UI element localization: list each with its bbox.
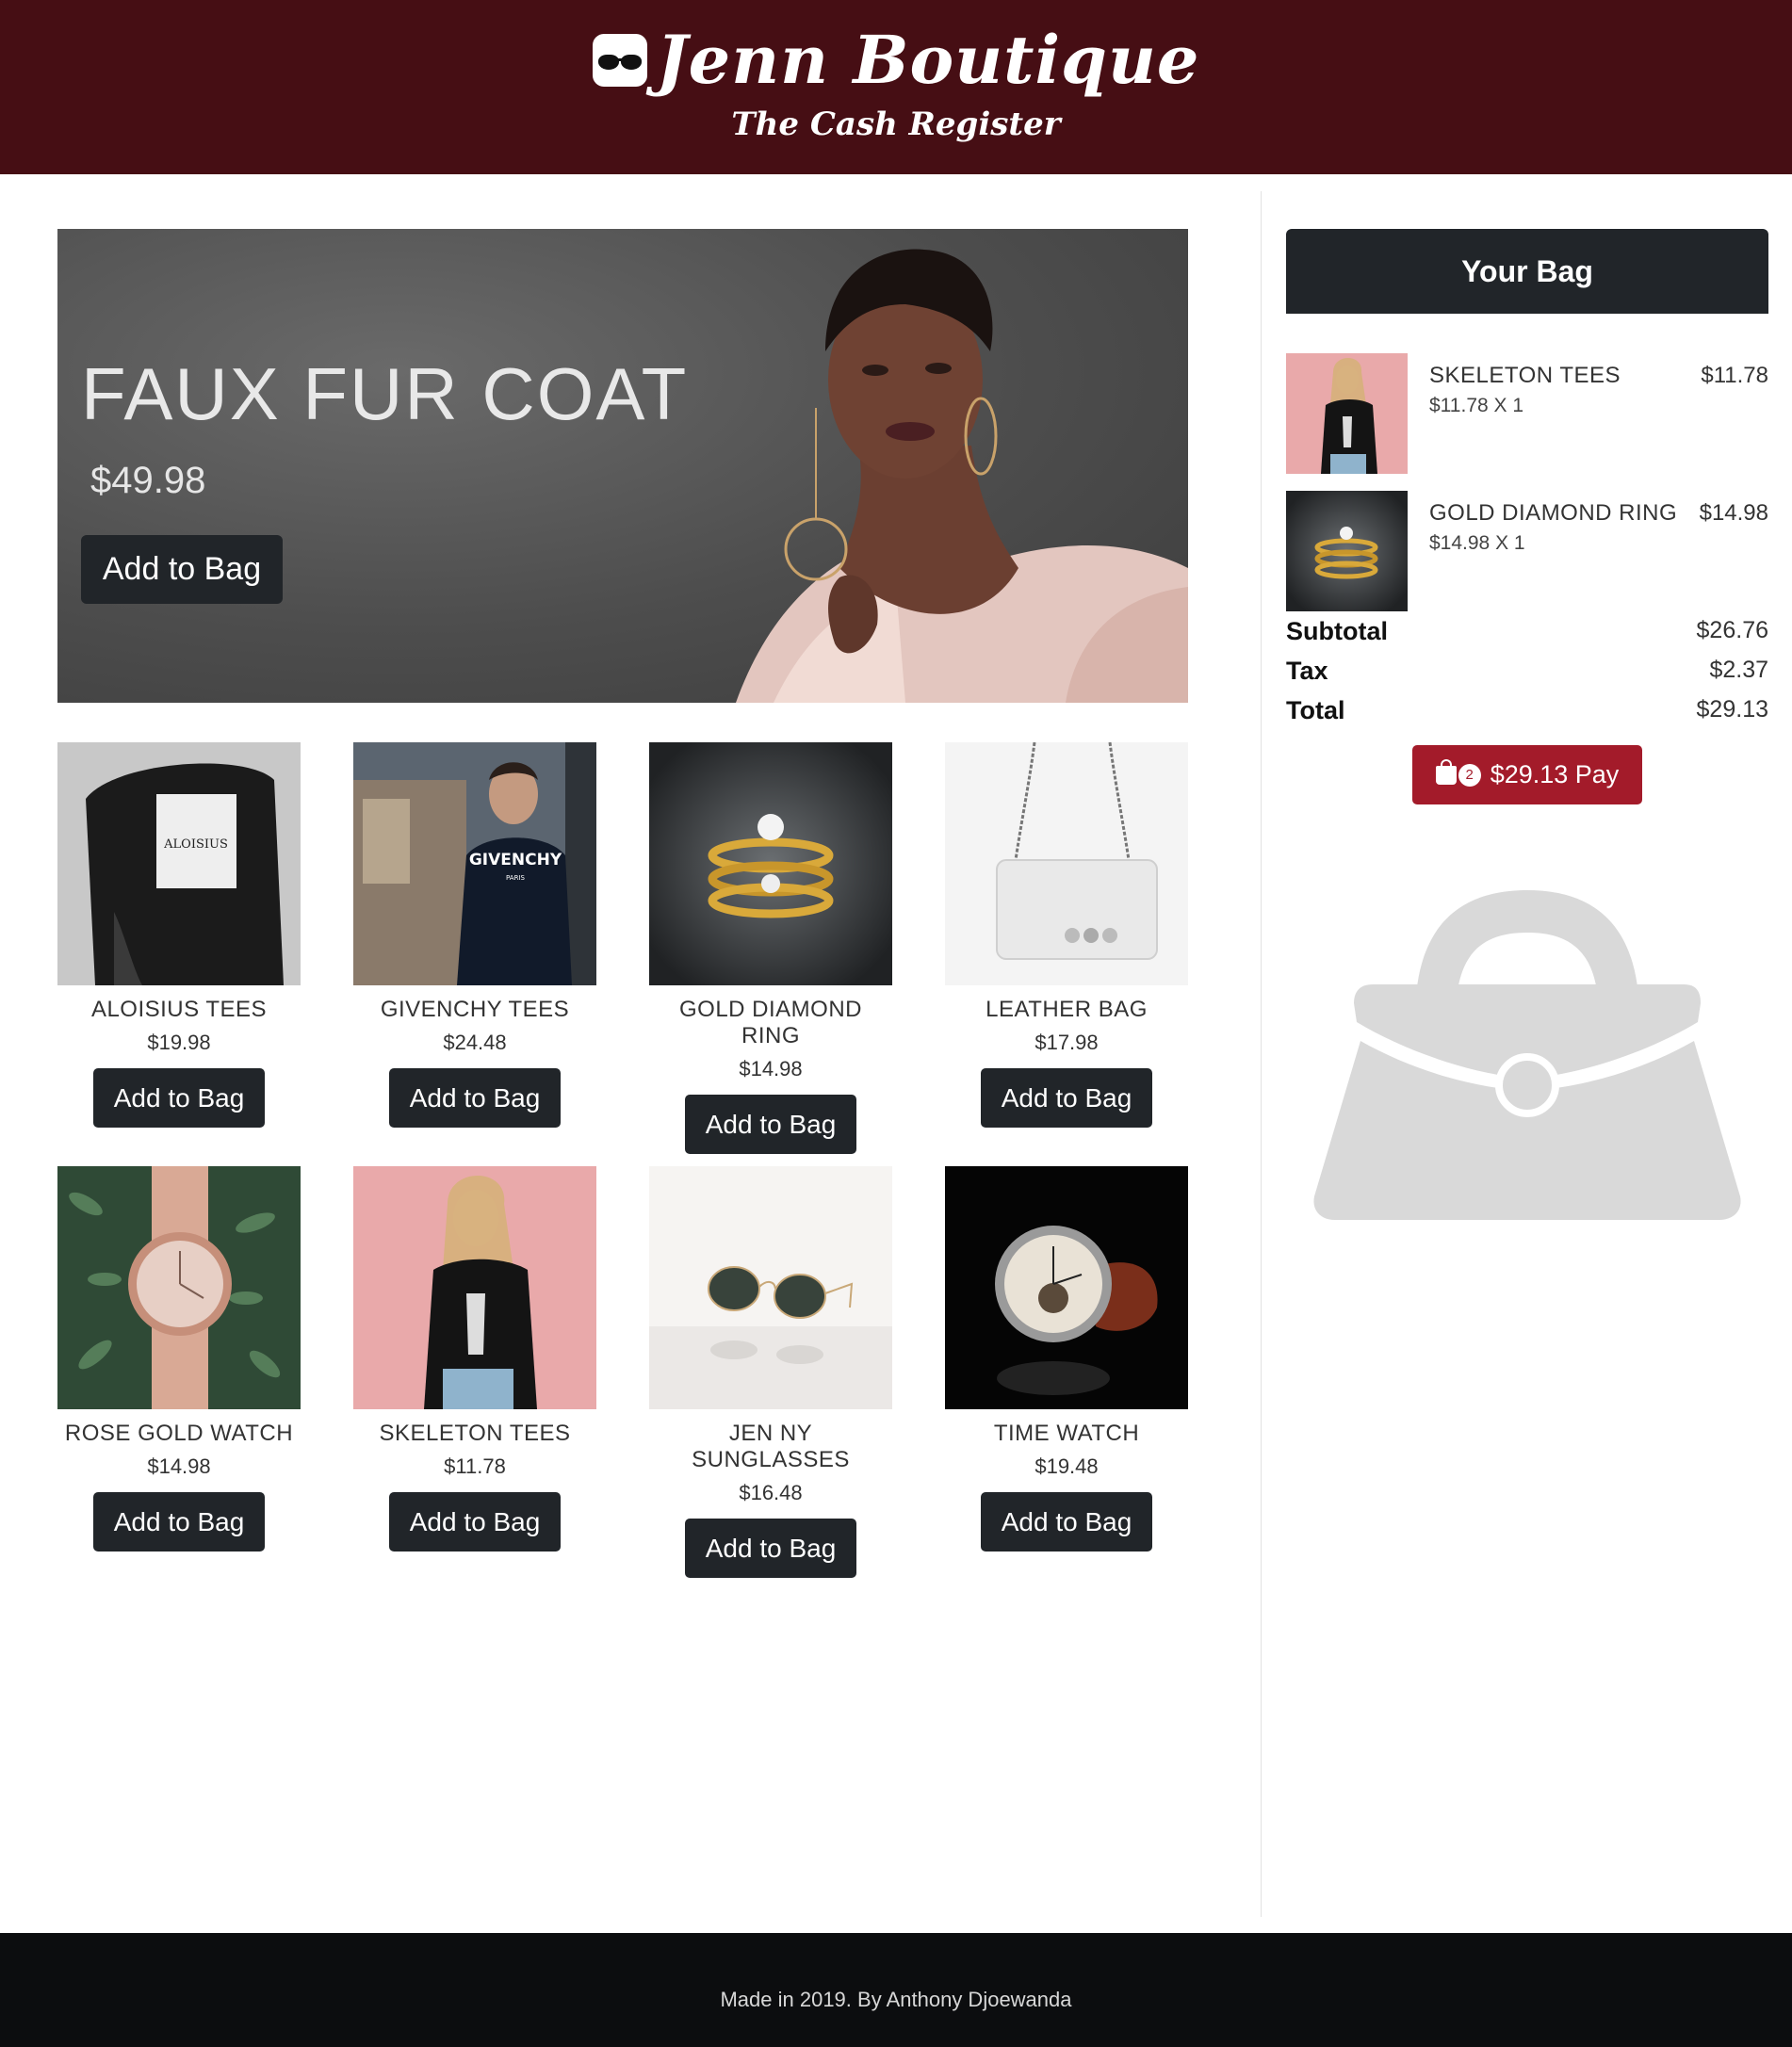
brand: Jenn Boutique — [0, 21, 1792, 99]
bag-item-qty: $14.98 X 1 — [1429, 532, 1525, 554]
product-name: JEN NY SUNGLASSES — [692, 1421, 850, 1472]
product-price: $11.78 — [444, 1454, 506, 1478]
bag-item-image — [1286, 491, 1408, 611]
tax-value: $2.37 — [1709, 657, 1768, 683]
add-to-bag-button[interactable]: Add to Bag — [389, 1492, 561, 1551]
tax-label: Tax — [1286, 657, 1328, 685]
add-to-bag-button[interactable]: Add to Bag — [93, 1492, 265, 1551]
product-price: $16.48 — [739, 1481, 803, 1504]
bag-item: SKELETON TEES $11.78 X 1 $11.78 — [1286, 353, 1768, 474]
hero-price: $49.98 — [90, 460, 206, 501]
bag-item-image — [1286, 353, 1408, 474]
hero-model-image — [736, 249, 1188, 703]
footer-credit: Made in 2019. By Anthony Djoewanda — [720, 1988, 1072, 2011]
add-to-bag-button[interactable]: Add to Bag — [685, 1519, 856, 1578]
site-header: Jenn Boutique The Cash Register — [0, 0, 1792, 174]
product-card: ROSE GOLD WATCH $14.98 Add to Bag — [57, 1166, 301, 1551]
bag-title: Your Bag — [1286, 229, 1768, 314]
brand-subtitle: The Cash Register — [731, 106, 1061, 143]
subtotal-value: $26.76 — [1696, 617, 1768, 643]
handbag-icon — [1313, 890, 1741, 1220]
product-name: TIME WATCH — [993, 1421, 1140, 1446]
product-price: $17.98 — [1034, 1031, 1099, 1054]
product-name: SKELETON TEES — [379, 1421, 571, 1446]
subtotal-row: Subtotal $26.76 — [1286, 613, 1768, 651]
bag-item-total: $11.78 — [1701, 363, 1768, 388]
brand-title[interactable]: Jenn Boutique — [657, 21, 1200, 99]
bag-count-badge: 2 — [1458, 763, 1481, 787]
hero-title: FAUX FUR COAT — [81, 352, 689, 435]
tax-row: Tax $2.37 — [1286, 653, 1768, 690]
product-image-jen-ny-sunglasses[interactable] — [649, 1166, 892, 1409]
product-price: $24.48 — [443, 1031, 507, 1054]
column-divider — [1261, 191, 1262, 1917]
shopping-bag-icon — [1435, 758, 1457, 785]
product-image-time-watch[interactable] — [945, 1166, 1188, 1409]
bag-item-name: SKELETON TEES — [1429, 363, 1621, 388]
site-footer: Made in 2019. By Anthony Djoewanda — [0, 1933, 1792, 2047]
product-price: $19.98 — [147, 1031, 211, 1054]
svg-text:ALOISIUS: ALOISIUS — [163, 837, 228, 852]
product-card: LEATHER BAG $17.98 Add to Bag — [945, 742, 1188, 1128]
pay-button[interactable]: 2 $29.13 Pay — [1412, 745, 1642, 804]
pay-button-label: $29.13 Pay — [1490, 760, 1620, 788]
product-image-rose-gold-watch[interactable] — [57, 1166, 301, 1409]
total-label: Total — [1286, 696, 1345, 724]
product-price: $14.98 — [739, 1057, 803, 1080]
product-price: $14.98 — [147, 1454, 211, 1478]
svg-text:PARIS: PARIS — [506, 874, 525, 882]
product-card: ALOISIUS ALOISIUS TEES $19.98 Add to Bag — [57, 742, 301, 1128]
glasses-face-icon — [592, 33, 647, 87]
product-image-skeleton-tees[interactable] — [353, 1166, 596, 1409]
total-value: $29.13 — [1696, 696, 1768, 723]
product-image-gold-diamond-ring[interactable] — [649, 742, 892, 985]
product-name: GOLD DIAMOND RING — [678, 997, 862, 1048]
product-image-leather-bag[interactable] — [945, 742, 1188, 985]
product-image-aloisius-tees[interactable]: ALOISIUS — [57, 742, 301, 985]
hero-banner: FAUX FUR COAT $49.98 Add to Bag — [57, 229, 1188, 703]
product-price: $19.48 — [1034, 1454, 1099, 1478]
product-card: SKELETON TEES $11.78 Add to Bag — [353, 1166, 596, 1551]
product-name: ROSE GOLD WATCH — [64, 1421, 294, 1446]
product-card: JEN NY SUNGLASSES $16.48 Add to Bag — [649, 1166, 892, 1578]
add-to-bag-button[interactable]: Add to Bag — [981, 1068, 1152, 1128]
product-card: GOLD DIAMOND RING $14.98 Add to Bag — [649, 742, 892, 1154]
product-card: GIVENCHY PARIS GIVENCHY TEES $24.48 Add … — [353, 742, 596, 1128]
add-to-bag-button[interactable]: Add to Bag — [389, 1068, 561, 1128]
add-to-bag-button[interactable]: Add to Bag — [685, 1095, 856, 1154]
hero-add-to-bag-button[interactable]: Add to Bag — [81, 535, 283, 604]
product-card: TIME WATCH $19.48 Add to Bag — [945, 1166, 1188, 1551]
product-name: GIVENCHY TEES — [380, 997, 570, 1022]
add-to-bag-button[interactable]: Add to Bag — [93, 1068, 265, 1128]
bag-item-total: $14.98 — [1699, 500, 1768, 526]
svg-text:GIVENCHY: GIVENCHY — [469, 851, 562, 869]
total-row: Total $29.13 — [1286, 692, 1768, 730]
bag-item: GOLD DIAMOND RING $14.98 X 1 $14.98 — [1286, 491, 1768, 611]
product-image-givenchy-tees[interactable]: GIVENCHY PARIS — [353, 742, 596, 985]
bag-item-name: GOLD DIAMOND RING — [1429, 500, 1678, 526]
add-to-bag-button[interactable]: Add to Bag — [981, 1492, 1152, 1551]
subtotal-label: Subtotal — [1286, 617, 1388, 645]
product-name: ALOISIUS TEES — [90, 997, 268, 1022]
product-name: LEATHER BAG — [986, 997, 1148, 1022]
bag-item-qty: $11.78 X 1 — [1429, 395, 1524, 416]
